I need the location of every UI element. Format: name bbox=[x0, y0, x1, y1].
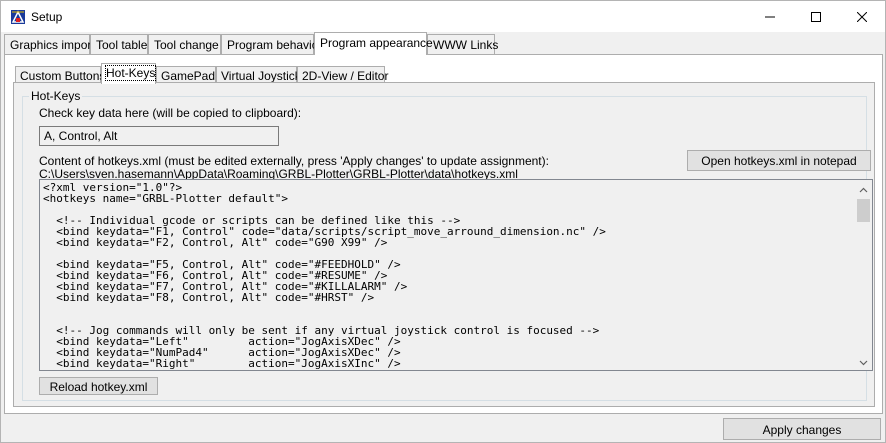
chevron-down-icon bbox=[859, 355, 868, 369]
tab-label: 2D-View / Editor bbox=[302, 69, 389, 83]
key-data-field[interactable]: A, Control, Alt bbox=[39, 126, 279, 146]
hot-keys-groupbox: Hot-Keys Check key data here (will be co… bbox=[22, 89, 873, 401]
close-button[interactable] bbox=[839, 1, 885, 32]
tab-label: Program appearance bbox=[320, 36, 433, 50]
tab-label: Tool table bbox=[96, 38, 148, 52]
tab-program-behavior[interactable]: Program behavior bbox=[221, 34, 322, 54]
xml-line bbox=[43, 303, 853, 314]
tab-program-appearance[interactable]: Program appearance bbox=[314, 32, 433, 55]
scroll-down-button[interactable] bbox=[855, 353, 872, 370]
scroll-thumb[interactable] bbox=[857, 199, 870, 222]
xml-line: <bind keydata="Right" action="JogAxisXIn… bbox=[43, 357, 401, 370]
vertical-scrollbar[interactable] bbox=[855, 180, 872, 370]
program-appearance-page: Custom Buttons Hot-Keys GamePad Virtual … bbox=[4, 54, 883, 414]
close-icon bbox=[857, 11, 867, 22]
xml-line: <hotkeys name="GRBL-Plotter default"> bbox=[43, 192, 289, 205]
tab-label: Virtual Joystick bbox=[221, 69, 301, 83]
hot-keys-page: Hot-Keys Check key data here (will be co… bbox=[13, 82, 875, 407]
tab-tool-table[interactable]: Tool table bbox=[90, 34, 148, 54]
tab-label: Hot-Keys bbox=[104, 65, 157, 81]
tab-label: Graphics import bbox=[10, 38, 95, 52]
tab-label: WWW Links bbox=[433, 38, 499, 52]
tab-label: GamePad bbox=[161, 69, 216, 83]
hotkeys-xml-content: <?xml version="1.0"?> <hotkeys name="GRBL… bbox=[43, 182, 853, 369]
window-title: Setup bbox=[31, 10, 63, 24]
tab-hot-keys[interactable]: Hot-Keys bbox=[101, 63, 157, 84]
group-title: Hot-Keys bbox=[29, 89, 83, 103]
apply-changes-button[interactable]: Apply changes bbox=[723, 418, 881, 440]
chevron-up-icon bbox=[859, 182, 868, 196]
reload-hotkey-button[interactable]: Reload hotkey.xml bbox=[39, 377, 158, 395]
app-logo-icon bbox=[10, 9, 26, 25]
title-bar[interactable]: Setup bbox=[1, 1, 885, 32]
tab-tool-change[interactable]: Tool change bbox=[148, 34, 221, 54]
appearance-tabstrip: Custom Buttons Hot-Keys GamePad Virtual … bbox=[15, 63, 875, 84]
check-key-label: Check key data here (will be copied to c… bbox=[39, 106, 302, 120]
tab-www-links[interactable]: WWW Links bbox=[427, 34, 499, 54]
scroll-up-button[interactable] bbox=[855, 180, 872, 197]
open-hotkeys-notepad-button[interactable]: Open hotkeys.xml in notepad bbox=[687, 150, 871, 171]
minimize-button[interactable] bbox=[747, 1, 793, 32]
xml-line: <bind keydata="F8, Control, Alt" code="#… bbox=[43, 291, 375, 304]
maximize-button[interactable] bbox=[793, 1, 839, 32]
content-label: Content of hotkeys.xml (must be edited e… bbox=[39, 154, 549, 168]
tab-label: Custom Buttons bbox=[20, 69, 106, 83]
minimize-icon bbox=[765, 12, 775, 22]
tab-graphics-import[interactable]: Graphics import bbox=[4, 34, 95, 54]
tab-label: Tool change bbox=[154, 38, 219, 52]
hotkeys-xml-textbox[interactable]: <?xml version="1.0"?> <hotkeys name="GRBL… bbox=[39, 179, 873, 371]
xml-line: <bind keydata="F2, Control, Alt" code="G… bbox=[43, 236, 388, 249]
main-tabstrip: Graphics import Tool table Tool change P… bbox=[4, 32, 884, 55]
maximize-icon bbox=[811, 11, 821, 22]
setup-window: Setup Graphics import Tool table Tool ch… bbox=[0, 0, 886, 443]
tab-label: Program behavior bbox=[227, 38, 323, 52]
